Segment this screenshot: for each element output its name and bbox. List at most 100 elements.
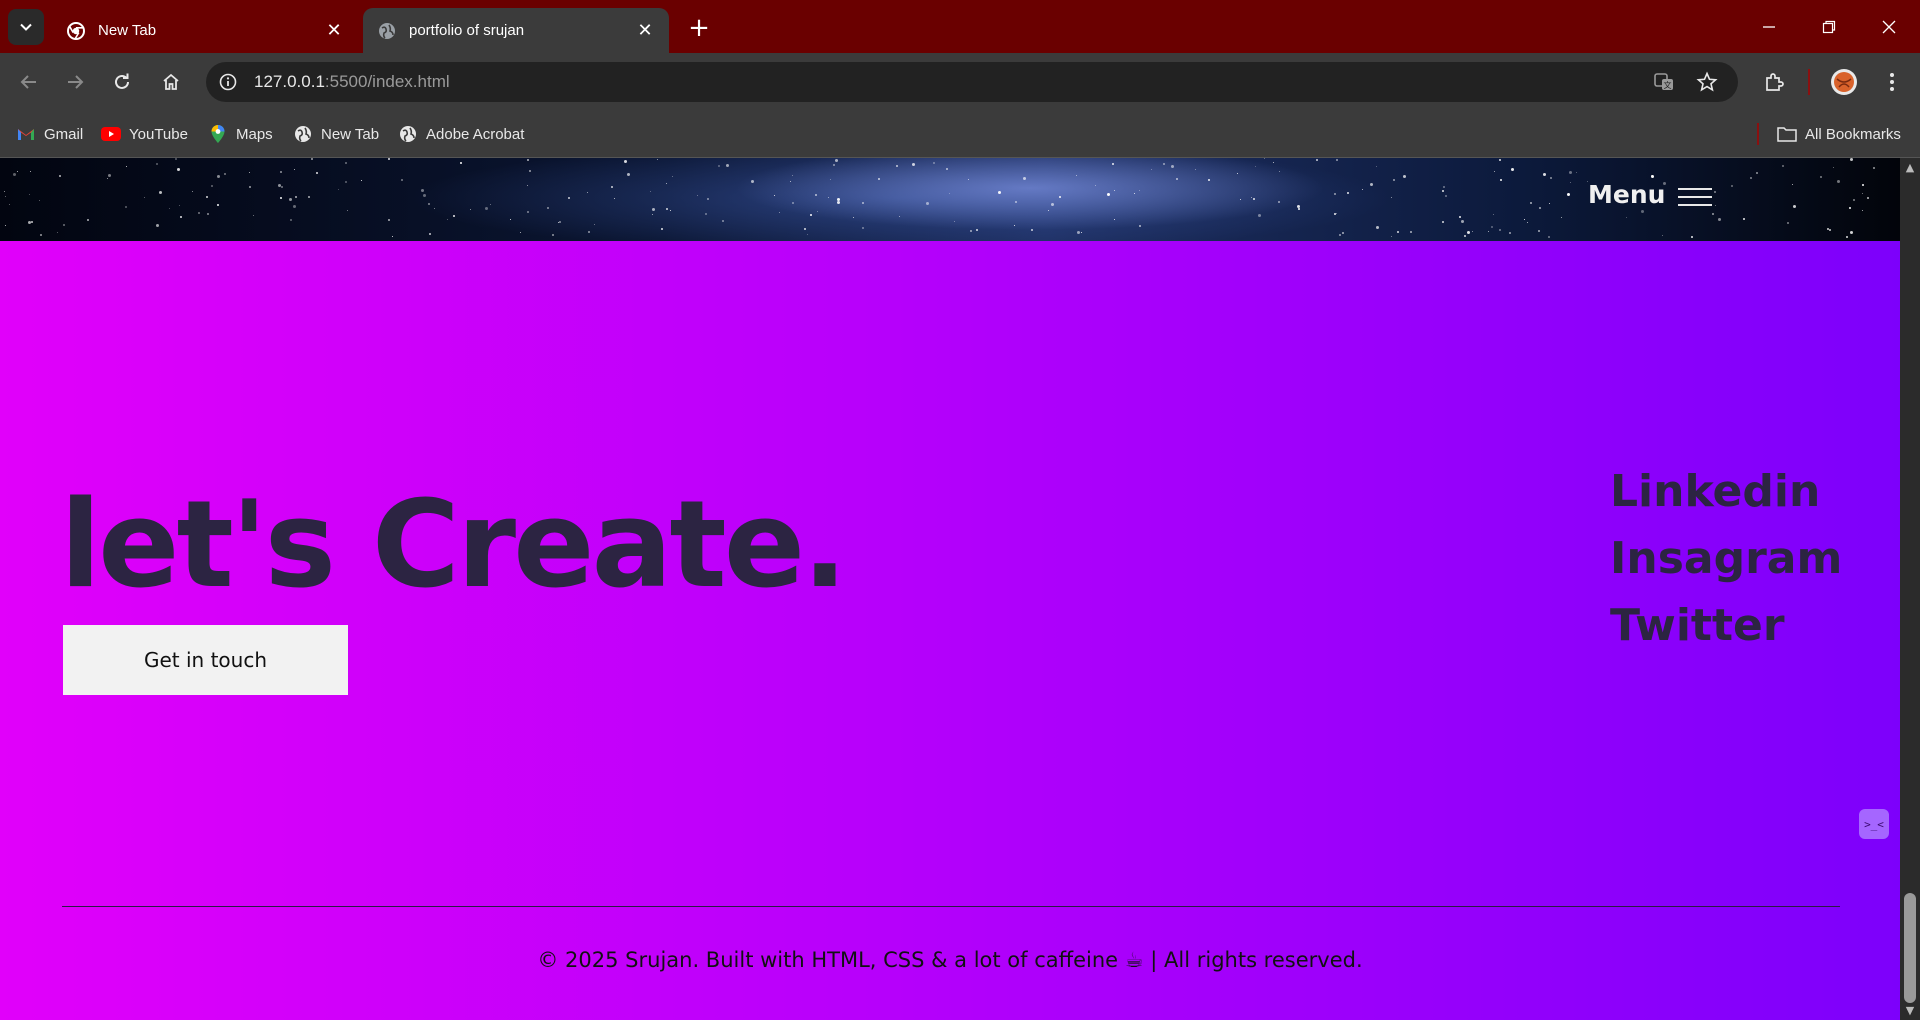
star-decoration	[1743, 218, 1745, 220]
page-viewport: Menu let's Create. Get in touch Linkedin…	[0, 158, 1900, 1020]
bookmark-label: New Tab	[321, 125, 380, 143]
reload-button[interactable]	[106, 66, 138, 98]
star-decoration	[1756, 172, 1758, 174]
star-decoration	[1641, 210, 1644, 213]
maps-icon	[208, 124, 228, 144]
close-icon[interactable]: ✕	[635, 20, 655, 41]
bookmark-maps[interactable]: Maps	[208, 121, 273, 147]
address-bar[interactable]: 127.0.0.1:5500/index.html 文	[206, 62, 1738, 102]
star-decoration	[87, 219, 89, 221]
star-decoration	[169, 208, 170, 209]
scrollbar-thumb[interactable]	[1904, 893, 1916, 1003]
tab-title: portfolio of srujan	[409, 22, 525, 39]
star-decoration	[968, 179, 969, 180]
star-decoration	[278, 184, 281, 187]
star-decoration	[1548, 236, 1550, 238]
star-decoration	[807, 234, 808, 235]
all-bookmarks-button[interactable]: All Bookmarks	[1777, 121, 1901, 147]
star-decoration	[976, 229, 978, 231]
star-decoration	[1139, 190, 1140, 191]
star-decoration	[1076, 175, 1077, 176]
starry-header: Menu	[0, 158, 1900, 241]
social-links: Linkedin Insagram Twitter	[1610, 458, 1842, 659]
star-decoration	[1862, 193, 1863, 194]
star-decoration	[1792, 184, 1793, 185]
star-decoration	[1862, 210, 1863, 211]
scroll-down-arrow-icon[interactable]: ▼	[1905, 1005, 1915, 1016]
social-link-twitter[interactable]: Twitter	[1610, 592, 1842, 659]
star-decoration	[1750, 177, 1752, 179]
menu-label[interactable]: Menu	[1588, 180, 1665, 209]
star-decoration	[1530, 202, 1532, 204]
star-decoration	[1782, 165, 1784, 167]
bookmark-gmail[interactable]: Gmail	[16, 121, 83, 147]
star-decoration	[722, 220, 724, 222]
back-arrow-icon	[20, 75, 36, 89]
star-decoration	[830, 179, 831, 180]
social-link-instagram[interactable]: Insagram	[1610, 525, 1842, 592]
globe-icon	[398, 124, 418, 144]
puzzle-icon	[1766, 73, 1784, 91]
new-tab-button[interactable]: +	[683, 12, 715, 44]
star-decoration	[912, 163, 915, 166]
bookmark-youtube[interactable]: YouTube	[101, 121, 188, 147]
back-button[interactable]	[13, 66, 45, 98]
star-decoration	[1391, 236, 1392, 237]
star-decoration	[125, 206, 127, 208]
hamburger-menu-icon[interactable]	[1678, 188, 1712, 208]
close-icon[interactable]: ✕	[324, 20, 344, 41]
star-decoration	[1278, 201, 1280, 203]
tab-title: New Tab	[98, 22, 157, 39]
toolbar-separator	[1808, 69, 1810, 95]
star-decoration	[552, 234, 554, 236]
star-decoration	[810, 214, 812, 216]
restore-button[interactable]	[1800, 0, 1858, 53]
star-decoration	[1114, 190, 1115, 191]
browser-toolbar: 127.0.0.1:5500/index.html 文	[0, 53, 1920, 111]
page-scrollbar[interactable]: ▲ ▼	[1900, 158, 1920, 1020]
tab-portfolio[interactable]: portfolio of srujan ✕	[363, 8, 669, 53]
star-decoration	[1391, 197, 1392, 198]
star-decoration	[177, 168, 180, 171]
tab-new-tab[interactable]: New Tab ✕	[52, 8, 358, 53]
star-decoration	[946, 168, 948, 170]
star-decoration	[290, 219, 292, 221]
star-decoration	[1567, 193, 1570, 196]
close-window-button[interactable]	[1860, 0, 1918, 53]
bookmark-star-icon[interactable]	[1693, 68, 1721, 96]
star-decoration	[1316, 159, 1318, 161]
star-decoration	[1651, 175, 1654, 178]
star-decoration	[1393, 179, 1395, 181]
star-decoration	[280, 197, 282, 199]
gmail-icon	[16, 124, 36, 144]
chrome-menu-button[interactable]	[1876, 66, 1908, 98]
star-decoration	[1549, 203, 1550, 204]
floating-widget-button[interactable]: >_<	[1859, 809, 1889, 839]
star-decoration	[1712, 213, 1714, 215]
home-button[interactable]	[155, 66, 187, 98]
social-link-linkedin[interactable]: Linkedin	[1610, 458, 1842, 525]
star-decoration	[1264, 158, 1265, 159]
minimize-button[interactable]	[1740, 0, 1798, 53]
star-decoration	[624, 160, 627, 163]
url-text[interactable]: 127.0.0.1:5500/index.html	[254, 72, 450, 92]
star-decoration	[1493, 214, 1494, 215]
star-decoration	[614, 198, 615, 199]
site-info-icon[interactable]	[216, 70, 240, 94]
star-decoration	[1376, 226, 1379, 229]
star-decoration	[1461, 220, 1464, 223]
star-decoration	[429, 233, 431, 235]
translate-icon[interactable]: 文	[1650, 68, 1678, 96]
star-decoration	[293, 205, 296, 208]
star-decoration	[30, 171, 31, 172]
extensions-button[interactable]	[1758, 66, 1790, 98]
tab-search-button[interactable]	[8, 9, 44, 45]
scroll-up-arrow-icon[interactable]: ▲	[1905, 162, 1915, 173]
bookmark-new-tab[interactable]: New Tab	[293, 121, 379, 147]
star-decoration	[1442, 190, 1444, 192]
forward-button[interactable]	[59, 66, 91, 98]
profile-button[interactable]	[1828, 66, 1860, 98]
bookmark-adobe-acrobat[interactable]: Adobe Acrobat	[398, 121, 524, 147]
star-decoration	[527, 211, 529, 213]
get-in-touch-button[interactable]: Get in touch	[63, 625, 348, 695]
